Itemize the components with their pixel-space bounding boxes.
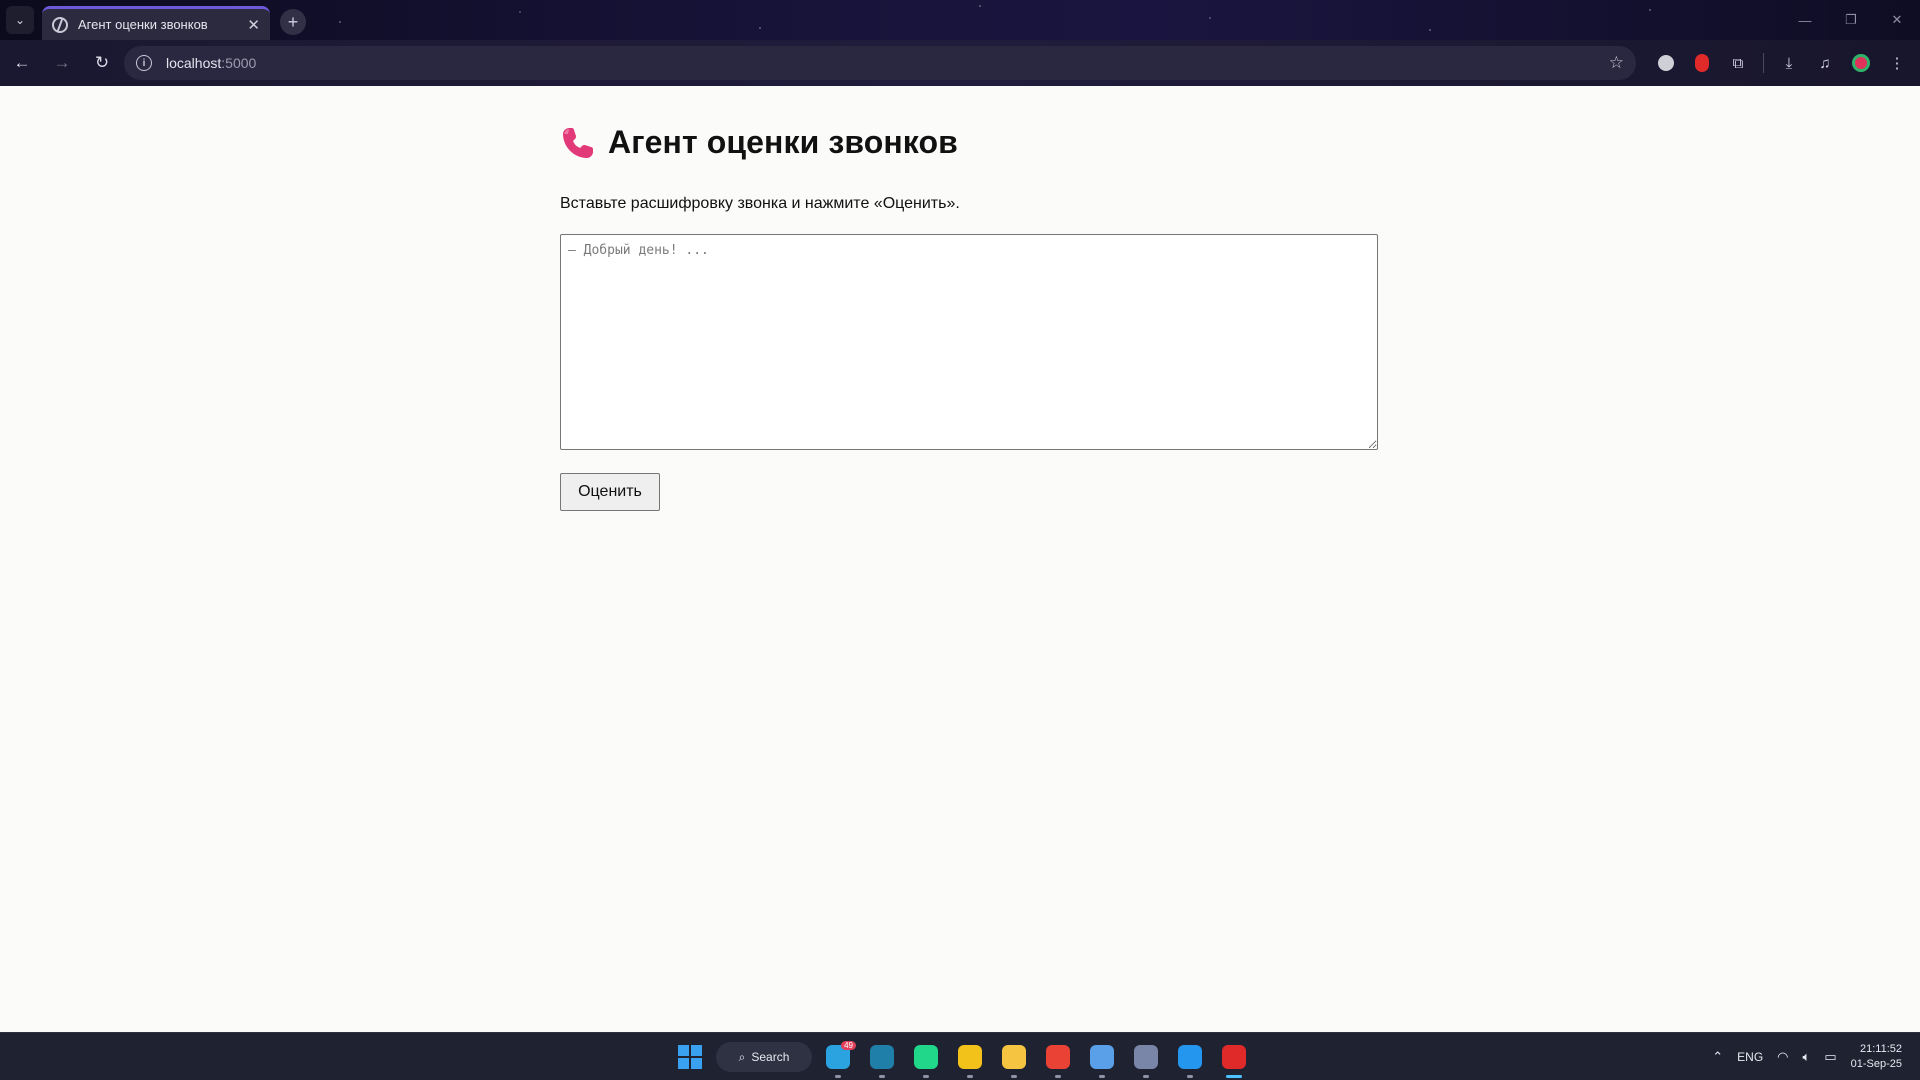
extensions-area: ⧉ ⤓ ♫ ⋮ bbox=[1651, 46, 1912, 80]
language-indicator[interactable]: ENG bbox=[1737, 1050, 1763, 1064]
pycharm-icon-glyph bbox=[914, 1045, 938, 1069]
file-explorer-icon[interactable] bbox=[996, 1039, 1032, 1078]
clock[interactable]: 21:11:52 01-Sep-25 bbox=[1851, 1042, 1902, 1072]
battery-icon[interactable]: ▭ bbox=[1824, 1049, 1836, 1065]
minimize-icon[interactable]: — bbox=[1782, 0, 1828, 40]
browser-tab-active[interactable]: Агент оценки звонков ✕ bbox=[42, 6, 270, 40]
restore-icon[interactable]: ❐ bbox=[1828, 0, 1874, 40]
tab-title: Агент оценки звонков bbox=[78, 17, 208, 32]
app-icon-4-glyph bbox=[958, 1045, 982, 1069]
app-icon-2[interactable] bbox=[864, 1039, 900, 1078]
chrome-icon[interactable] bbox=[1040, 1039, 1076, 1078]
running-indicator bbox=[1143, 1075, 1149, 1078]
app-icon-2-glyph bbox=[870, 1045, 894, 1069]
running-indicator bbox=[967, 1075, 973, 1078]
page-title: Агент оценки звонков bbox=[608, 124, 958, 160]
wifi-icon[interactable]: ◠ bbox=[1777, 1049, 1788, 1065]
site-info-icon[interactable]: i bbox=[136, 55, 152, 71]
url-text[interactable]: localhost:5000 bbox=[166, 55, 256, 71]
browser-tabstrip: ⌄ Агент оценки звонков ✕ + — ❐ ✕ bbox=[0, 0, 1920, 40]
forward-button[interactable]: → bbox=[44, 45, 80, 81]
system-tray: ⌃ ENG ◠ 🔈︎ ▭ 21:11:52 01-Sep-25 bbox=[1712, 1033, 1902, 1080]
taskbar-search-label: Search bbox=[751, 1050, 790, 1064]
window-controls: — ❐ ✕ bbox=[1782, 0, 1920, 40]
windows-start-icon[interactable] bbox=[672, 1039, 708, 1075]
title-row: Агент оценки звонков bbox=[560, 124, 958, 161]
telegram-icon[interactable]: 49 bbox=[820, 1039, 856, 1078]
evaluate-button[interactable]: Оценить bbox=[560, 473, 660, 511]
back-button[interactable]: ← bbox=[4, 45, 40, 81]
app-icon-7-glyph bbox=[1090, 1045, 1114, 1069]
url-port: :5000 bbox=[221, 55, 257, 71]
chevron-up-icon[interactable]: ⌃ bbox=[1712, 1049, 1723, 1065]
search-icon: ⌕ bbox=[738, 1049, 746, 1064]
taskbar-apps: ⌕ Search 49 bbox=[672, 1039, 1252, 1078]
tab-close-icon[interactable]: ✕ bbox=[247, 16, 260, 34]
recorder-icon-glyph bbox=[1222, 1045, 1246, 1069]
notification-badge: 49 bbox=[841, 1041, 856, 1050]
app-icon-7[interactable] bbox=[1084, 1039, 1120, 1078]
close-window-icon[interactable]: ✕ bbox=[1874, 0, 1920, 40]
transcript-textarea[interactable] bbox=[560, 234, 1378, 450]
globe-icon bbox=[52, 16, 68, 33]
app-icon-8-glyph bbox=[1134, 1045, 1158, 1069]
running-indicator bbox=[879, 1075, 885, 1078]
file-explorer-icon-glyph bbox=[1002, 1045, 1026, 1069]
running-indicator bbox=[1055, 1075, 1061, 1078]
chrome-icon-glyph bbox=[1046, 1045, 1070, 1069]
browser-toolbar: ← → ↻ i localhost:5000 ☆ ⧉ ⤓ ♫ ⋮ bbox=[0, 40, 1920, 86]
extensions-puzzle-icon[interactable]: ⧉ bbox=[1723, 48, 1753, 78]
telephone-receiver-icon bbox=[563, 127, 593, 158]
running-indicator bbox=[835, 1075, 841, 1078]
toolbar-divider bbox=[1763, 53, 1764, 73]
new-tab-button[interactable]: + bbox=[280, 9, 306, 35]
running-indicator bbox=[923, 1075, 929, 1078]
page-viewport: Агент оценки звонков Вставьте расшифровк… bbox=[0, 86, 1920, 1032]
menu-kebab-icon[interactable]: ⋮ bbox=[1882, 48, 1912, 78]
instruction-text: Вставьте расшифровку звонка и нажмите «О… bbox=[560, 195, 960, 212]
clock-time: 21:11:52 bbox=[1859, 1043, 1902, 1055]
bookmark-star-icon[interactable]: ☆ bbox=[1609, 53, 1624, 73]
media-control-icon[interactable]: ♫ bbox=[1810, 48, 1840, 78]
downloads-icon[interactable]: ⤓ bbox=[1774, 48, 1804, 78]
taskbar-search-button[interactable]: ⌕ Search bbox=[716, 1042, 812, 1072]
running-indicator bbox=[1011, 1075, 1017, 1078]
profile-avatar[interactable] bbox=[1846, 48, 1876, 78]
docker-icon-glyph bbox=[1178, 1045, 1202, 1069]
volume-icon[interactable]: 🔈︎ bbox=[1803, 1049, 1811, 1065]
url-host: localhost bbox=[166, 55, 222, 71]
extension-record-icon[interactable] bbox=[1687, 48, 1717, 78]
clock-date: 01-Sep-25 bbox=[1850, 1058, 1902, 1070]
recorder-icon[interactable] bbox=[1216, 1039, 1252, 1078]
docker-icon[interactable] bbox=[1172, 1039, 1208, 1078]
extension-globe-icon[interactable] bbox=[1651, 48, 1681, 78]
app-icon-4[interactable] bbox=[952, 1039, 988, 1078]
running-indicator bbox=[1187, 1075, 1193, 1078]
running-indicator bbox=[1226, 1075, 1242, 1078]
windows-taskbar: ⌕ Search 49 ⌃ ENG ◠ 🔈︎ ▭ 21:11:52 01-Sep… bbox=[0, 1032, 1920, 1080]
pinned-apps: 49 bbox=[820, 1039, 1252, 1078]
pycharm-icon[interactable] bbox=[908, 1039, 944, 1078]
address-bar[interactable]: i localhost:5000 ☆ bbox=[124, 46, 1636, 80]
reload-button[interactable]: ↻ bbox=[84, 45, 120, 81]
app-icon-8[interactable] bbox=[1128, 1039, 1164, 1078]
running-indicator bbox=[1099, 1075, 1105, 1078]
tab-search-button[interactable]: ⌄ bbox=[6, 6, 34, 34]
